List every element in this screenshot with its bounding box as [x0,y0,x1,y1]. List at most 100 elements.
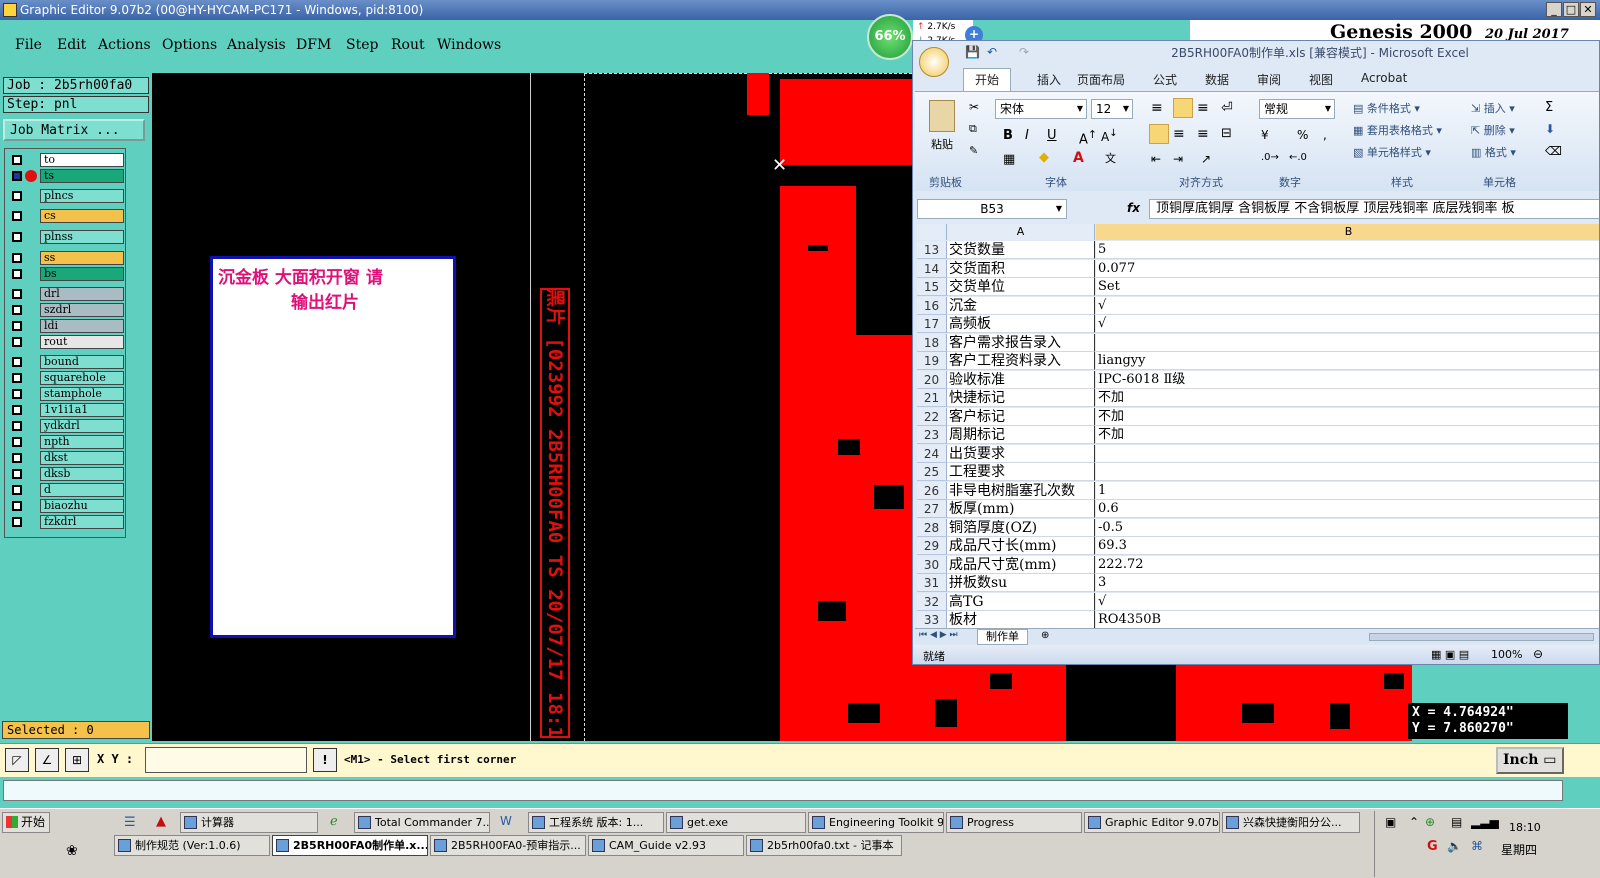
layer-row[interactable]: d [8,483,124,497]
layer-row[interactable]: plncs [8,189,124,203]
view-mode-icons[interactable]: ▦ ▣ ▤ [1431,648,1469,661]
layer-checkbox[interactable] [12,171,22,181]
units-selector[interactable]: Inch ▭ [1496,747,1564,774]
cell-label[interactable]: 成品尺寸宽(mm) [947,555,1095,574]
orientation-icon[interactable]: ↗ [1201,152,1211,166]
tab-view[interactable]: 视图 [1309,71,1333,88]
align-left-icon[interactable] [1149,124,1169,144]
decrease-decimal-icon[interactable]: ←.0 [1289,152,1307,163]
font-size-select[interactable]: 12 ▼ [1091,99,1133,119]
cell-value[interactable]: √ [1096,315,1599,333]
row-header[interactable]: 28 [917,518,947,537]
layer-row[interactable]: biaozhu [8,499,124,513]
layer-row[interactable]: ldi [8,319,124,333]
job-matrix-button[interactable]: Job Matrix ... [3,119,145,141]
layer-checkbox[interactable] [12,211,22,221]
layer-row[interactable]: fzkdrl [8,515,124,529]
table-format-button[interactable]: ▦ 套用表格格式 ▾ [1353,122,1442,138]
insert-cells-button[interactable]: ⇲ 插入 ▾ [1471,100,1515,116]
cell-label[interactable]: 客户标记 [947,407,1095,426]
row-header[interactable]: 30 [917,555,947,574]
decrease-indent-icon[interactable]: ⇤ [1151,152,1161,166]
layer-row[interactable]: stamphole [8,387,124,401]
task-excel[interactable]: 2B5RH00FA0制作单.x... [272,835,428,856]
row-header[interactable]: 25 [917,463,947,481]
layer-checkbox[interactable] [12,232,22,242]
row-header[interactable]: 31 [917,574,947,592]
layer-row[interactable]: drl [8,287,124,301]
layer-checkbox[interactable] [12,453,22,463]
layer-checkbox[interactable] [12,357,22,367]
task-get-exe[interactable]: get.exe [666,812,806,833]
cell-value[interactable]: 222.72 [1096,555,1599,574]
font-color-icon[interactable]: A [1073,150,1084,166]
cut-icon[interactable]: ✂ [969,100,979,114]
menu-dfm[interactable]: DFM [296,37,331,53]
start-button[interactable]: 开始 [2,812,50,833]
tray-icon[interactable]: ▤ [1451,815,1462,829]
wrap-text-icon[interactable]: ⏎ [1221,100,1233,116]
task-graphic-editor[interactable]: Graphic Editor 9.07b... [1084,812,1220,833]
menu-file[interactable]: File [15,37,42,53]
row-header[interactable]: 29 [917,537,947,555]
cell-label[interactable]: 交货面积 [947,259,1095,278]
grid-tool-icon[interactable]: ⊞ [65,748,89,772]
tab-formulas[interactable]: 公式 [1153,71,1177,88]
layer-row[interactable]: squarehole [8,371,124,385]
cell-value[interactable]: 0.6 [1096,500,1599,518]
save-icon[interactable]: 💾 [965,45,980,59]
cell-value[interactable] [1096,333,1599,352]
number-format-select[interactable]: 常规 ▼ [1259,99,1335,119]
cell-styles-button[interactable]: ▧ 单元格样式 ▾ [1353,144,1431,160]
undo-icon[interactable]: ↶ [987,45,997,59]
layer-checkbox[interactable] [12,389,22,399]
net-monitor-gauge[interactable]: 66% [867,14,913,60]
align-center-icon[interactable]: ≡ [1173,126,1185,142]
row-header[interactable]: 17 [917,315,947,333]
column-header-b[interactable]: B [1096,224,1599,240]
row-header[interactable]: 22 [917,407,947,426]
layer-checkbox[interactable] [12,289,22,299]
network-icon[interactable]: ▂▃▅ [1471,815,1499,829]
row-header[interactable]: 15 [917,278,947,296]
row-header[interactable]: 26 [917,481,947,500]
layer-checkbox[interactable] [12,321,22,331]
phonetic-icon[interactable]: 文 [1105,150,1116,166]
xy-input[interactable] [145,747,307,773]
row-header[interactable]: 14 [917,259,947,278]
conditional-format-button[interactable]: ▤ 条件格式 ▾ [1353,100,1420,116]
menu-edit[interactable]: Edit [57,37,86,53]
word-icon[interactable]: W [500,814,512,828]
bold-icon[interactable]: B [1003,128,1013,143]
clear-icon[interactable]: ⌫ [1545,144,1562,158]
cell-value[interactable]: √ [1096,592,1599,611]
volume-icon[interactable]: 🔈 [1447,839,1462,853]
cell-value[interactable]: 不加 [1096,389,1599,407]
cell-label[interactable]: 高TG [947,592,1095,611]
task-spec[interactable]: 制作规范 (Ver:1.0.6) [114,835,270,856]
cell-value[interactable]: 不加 [1096,407,1599,426]
row-header[interactable]: 33 [917,611,947,629]
row-header[interactable]: 13 [917,241,947,259]
maximize-button[interactable]: □ [1563,2,1579,17]
cell-label[interactable]: 客户工程资料录入 [947,352,1095,370]
cell-label[interactable]: 工程要求 [947,463,1095,481]
tab-review[interactable]: 审阅 [1257,71,1281,88]
align-top-icon[interactable]: ≡ [1151,100,1163,116]
layer-row[interactable]: bound [8,355,124,369]
italic-icon[interactable]: I [1025,128,1029,143]
layer-row[interactable]: npth [8,435,124,449]
cell-value[interactable]: IPC-6018 Ⅱ级 [1096,370,1599,389]
redo-icon[interactable]: ↷ [1019,45,1029,59]
insert-function-icon[interactable]: fx [1127,201,1140,215]
format-painter-icon[interactable]: ✎ [969,144,978,157]
select-all-corner[interactable] [917,224,947,240]
tray-icon[interactable]: ⌘ [1471,839,1483,853]
sum-icon[interactable]: Σ [1545,100,1553,115]
cell-value[interactable]: 1 [1096,481,1599,500]
tab-acrobat[interactable]: Acrobat [1361,71,1407,85]
task-total-commander[interactable]: Total Commander 7.... [354,812,490,833]
task-engineering-system[interactable]: 工程系统 版本: 1... [528,812,664,833]
tab-data[interactable]: 数据 [1205,71,1229,88]
formula-bar[interactable]: 顶铜厚底铜厚 含铜板厚 不含铜板厚 顶层残铜率 底层残铜率 板 [1149,199,1599,219]
